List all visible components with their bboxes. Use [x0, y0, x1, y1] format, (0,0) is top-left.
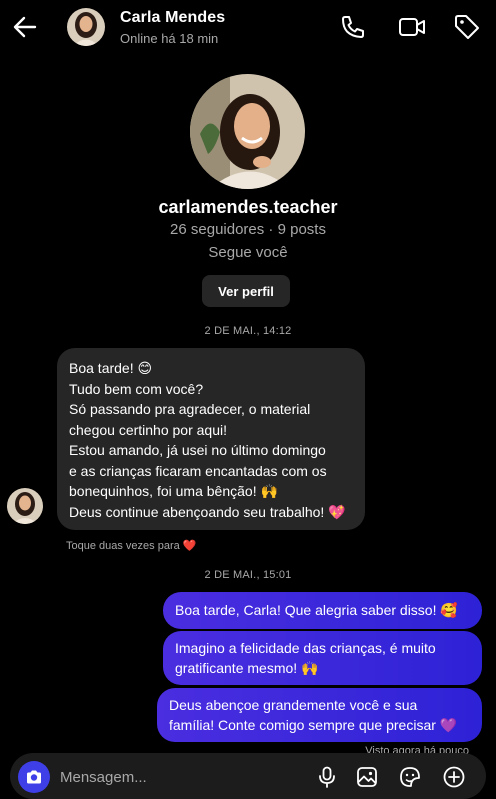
message-line: Boa tarde! 😊: [69, 360, 153, 376]
message-line: Tudo bem com você?: [69, 380, 204, 397]
video-camera-icon[interactable]: [397, 12, 427, 42]
message-timestamp: 2 DE MAI., 14:12: [204, 325, 292, 337]
profile-photo[interactable]: [190, 74, 305, 189]
message-line: bonequinhos, foi uma bênção! 🙌: [69, 483, 278, 499]
sent-message-bubble[interactable]: Boa tarde, Carla! Que alegria saber diss…: [163, 592, 482, 629]
view-profile-button[interactable]: Ver perfil: [202, 275, 290, 307]
follows-you-label: Segue você: [208, 244, 288, 261]
sent-message-bubble[interactable]: Deus abençoe grandemente você e sua famí…: [157, 688, 482, 742]
sender-avatar[interactable]: [7, 488, 43, 524]
contact-name[interactable]: Carla Mendes: [120, 9, 225, 27]
message-line: Estou amando, já usei no último domingo: [69, 442, 326, 458]
chat-header: Carla Mendes Online há 18 min: [0, 0, 496, 56]
message-line: chegou certinho por aqui!: [69, 421, 227, 438]
sent-message-bubble[interactable]: Imagino a felicidade das crianças, é mui…: [163, 631, 482, 685]
message-input[interactable]: [60, 766, 290, 788]
message-line: Deus continue abençoando seu trabalho! 💖: [69, 503, 346, 520]
tag-icon[interactable]: [452, 12, 482, 42]
message-line: gratificante mesmo! 🙌: [175, 660, 319, 676]
camera-icon[interactable]: [18, 761, 50, 793]
profile-stats: 26 seguidores · 9 posts: [170, 221, 326, 238]
message-timestamp: 2 DE MAI., 15:01: [204, 569, 292, 581]
double-tap-hint: Toque duas vezes para ❤️: [66, 540, 197, 552]
received-message-bubble[interactable]: Boa tarde! 😊 Tudo bem com você? Só passa…: [57, 348, 365, 530]
message-composer: [10, 753, 486, 799]
message-line: família! Conte comigo sempre que precisa…: [169, 717, 458, 733]
online-status: Online há 18 min: [120, 31, 219, 46]
microphone-icon[interactable]: [315, 765, 339, 789]
sticker-icon[interactable]: [398, 765, 422, 789]
message-line: e as crianças ficaram encantadas com os: [69, 462, 327, 479]
message-line: Boa tarde, Carla! Que alegria saber diss…: [175, 602, 458, 619]
message-line: Só passando pra agradecer, o material: [69, 401, 311, 417]
message-line: Deus abençoe grandemente você e sua: [169, 696, 418, 713]
message-line: Imagino a felicidade das crianças, é mui…: [175, 639, 436, 656]
avatar[interactable]: [67, 8, 105, 46]
image-icon[interactable]: [355, 765, 379, 789]
back-arrow-icon[interactable]: [10, 12, 40, 42]
profile-handle: carlamendes.teacher: [158, 197, 338, 217]
phone-icon[interactable]: [338, 12, 368, 42]
plus-circle-icon[interactable]: [442, 765, 466, 789]
